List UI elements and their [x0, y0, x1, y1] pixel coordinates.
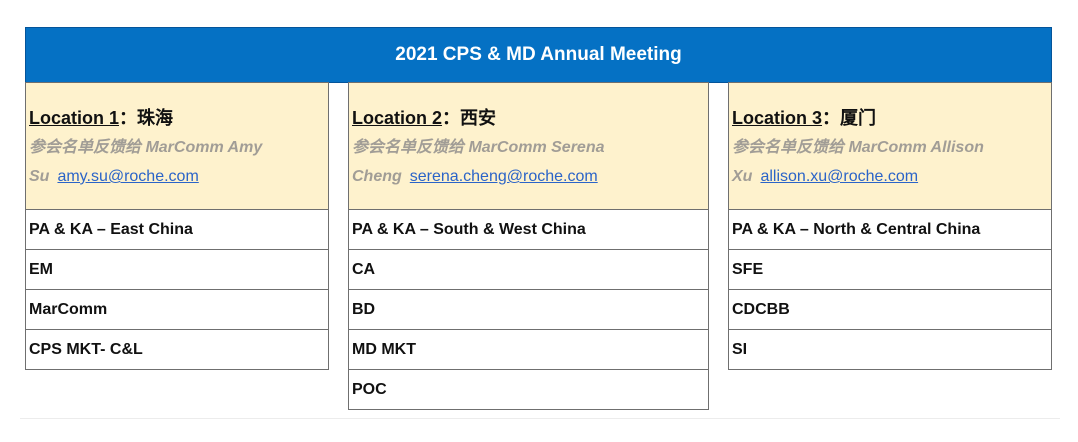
location-1-city: 珠海: [137, 108, 174, 128]
location-1-team-list: PA & KA – East China EM MarComm CPS MKT-…: [25, 210, 329, 370]
location-3-separator: ：: [822, 108, 841, 128]
team-row: MD MKT: [348, 330, 709, 370]
location-3-label: Location 3: [732, 108, 823, 128]
location-1-email-link[interactable]: amy.su@roche.com: [57, 168, 198, 185]
location-2-city: 西安: [460, 108, 497, 128]
team-row: CA: [348, 250, 709, 290]
team-row: CDCBB: [728, 290, 1052, 330]
team-row: BD: [348, 290, 709, 330]
location-3-title: Location 3：厦门: [732, 105, 1051, 131]
location-2-title: Location 2：西安: [352, 105, 708, 131]
team-row: CPS MKT- C&L: [25, 330, 329, 370]
team-row: SI: [728, 330, 1052, 370]
team-row: PA & KA – South & West China: [348, 210, 709, 250]
team-row: MarComm: [25, 290, 329, 330]
bottom-divider: [20, 418, 1060, 419]
location-2-email-link[interactable]: serena.cheng@roche.com: [410, 168, 598, 185]
location-1-separator: ：: [119, 108, 138, 128]
location-2-column: Location 2：西安 参会名单反馈给 MarComm Serena Che…: [348, 82, 709, 410]
team-row: PA & KA – North & Central China: [728, 210, 1052, 250]
meeting-title-banner: 2021 CPS & MD Annual Meeting: [25, 27, 1052, 83]
location-3-header: Location 3：厦门 参会名单反馈给 MarComm Allison Xu…: [728, 82, 1052, 210]
location-1-contact: 参会名单反馈给 MarComm Amy Su amy.su@roche.com: [29, 133, 328, 191]
location-3-column: Location 3：厦门 参会名单反馈给 MarComm Allison Xu…: [728, 82, 1052, 370]
location-1-label: Location 1: [29, 108, 120, 128]
location-1-header: Location 1：珠海 参会名单反馈给 MarComm Amy Su amy.…: [25, 82, 329, 210]
location-2-team-list: PA & KA – South & West China CA BD MD MK…: [348, 210, 709, 410]
location-3-email-link[interactable]: allison.xu@roche.com: [760, 168, 918, 185]
location-2-contact-line1: 参会名单反馈给 MarComm Serena: [352, 139, 605, 156]
team-row: SFE: [728, 250, 1052, 290]
team-row: POC: [348, 370, 709, 410]
team-row: PA & KA – East China: [25, 210, 329, 250]
location-3-contact: 参会名单反馈给 MarComm Allison Xu allison.xu@roc…: [732, 133, 1051, 191]
location-1-contact-line1: 参会名单反馈给 MarComm Amy: [29, 139, 263, 156]
location-1-contact-line2: Su: [29, 168, 50, 185]
location-2-label: Location 2: [352, 108, 443, 128]
location-1-column: Location 1：珠海 参会名单反馈给 MarComm Amy Su amy.…: [25, 82, 329, 370]
location-3-city: 厦门: [840, 108, 877, 128]
location-2-separator: ：: [442, 108, 461, 128]
location-2-contact: 参会名单反馈给 MarComm Serena Cheng serena.cheng…: [352, 133, 708, 191]
location-3-contact-line1: 参会名单反馈给 MarComm Allison: [732, 139, 984, 156]
team-row: EM: [25, 250, 329, 290]
location-3-contact-line2: Xu: [732, 168, 753, 185]
location-3-team-list: PA & KA – North & Central China SFE CDCB…: [728, 210, 1052, 370]
location-1-title: Location 1：珠海: [29, 105, 328, 131]
meeting-title: 2021 CPS & MD Annual Meeting: [395, 44, 682, 65]
location-2-contact-line2: Cheng: [352, 168, 402, 185]
location-2-header: Location 2：西安 参会名单反馈给 MarComm Serena Che…: [348, 82, 709, 210]
